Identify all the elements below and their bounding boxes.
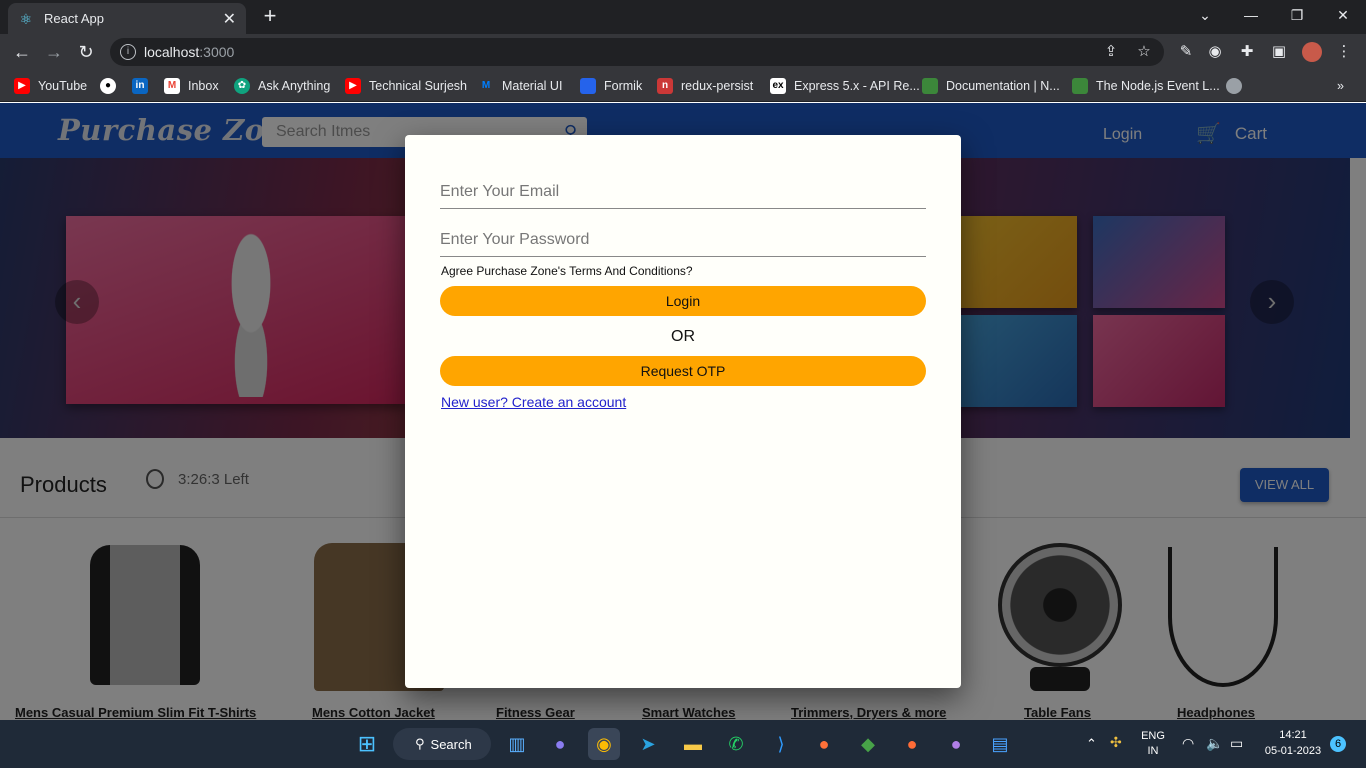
terms-text[interactable]: Agree Purchase Zone's Terms And Conditio… xyxy=(441,264,693,278)
youtube-icon: ▶ xyxy=(345,78,361,94)
windows-start-icon[interactable]: ⊞ xyxy=(351,728,383,760)
email-field[interactable]: Enter Your Email xyxy=(440,169,926,209)
search-icon: ⚲ xyxy=(415,736,425,751)
bookmark-formik[interactable]: Formik xyxy=(580,76,642,96)
side-panel-icon[interactable]: ▣ xyxy=(1269,42,1289,62)
nodejs-icon xyxy=(1072,78,1088,94)
vscode-icon[interactable]: ⟩ xyxy=(765,728,797,760)
bookmark-inbox[interactable]: M Inbox xyxy=(164,76,219,96)
address-bar[interactable]: i localhost:3000 xyxy=(110,38,1164,66)
taskbar-search[interactable]: ⚲ Search xyxy=(393,728,491,760)
whatsapp-icon[interactable]: ✆ xyxy=(720,728,752,760)
clock[interactable]: 14:21 05-01-2023 xyxy=(1258,729,1328,757)
mui-icon: M xyxy=(481,80,491,91)
mongodb-compass-icon[interactable]: ◆ xyxy=(852,728,884,760)
bookmark-redux-persist[interactable]: n redux-persist xyxy=(657,76,753,96)
notepad-icon[interactable]: ▤ xyxy=(984,728,1016,760)
bookmark-globe[interactable] xyxy=(1226,76,1250,96)
url-host: localhost xyxy=(144,44,200,60)
share-icon[interactable]: ⇪ xyxy=(1101,42,1121,62)
globe-icon xyxy=(1226,78,1242,94)
email-placeholder: Enter Your Email xyxy=(440,183,560,200)
close-tab-icon[interactable]: ✕ xyxy=(223,9,236,29)
password-field[interactable]: Enter Your Password xyxy=(440,217,926,257)
request-otp-button[interactable]: Request OTP xyxy=(440,356,926,386)
express-icon: ex xyxy=(770,78,786,94)
tray-app-icon[interactable]: ✣ xyxy=(1110,734,1122,751)
firefox-icon[interactable]: ● xyxy=(808,728,840,760)
bookmark-youtube[interactable]: ▶ YouTube xyxy=(14,76,87,96)
formik-icon xyxy=(580,78,596,94)
bookmark-express[interactable]: ex Express 5.x - API Re... xyxy=(770,76,920,96)
profile-avatar[interactable] xyxy=(1302,42,1322,62)
battery-icon[interactable]: ▭ xyxy=(1230,735,1243,752)
web-page: Purchase Zone Search Itmes ⚲ Login 🛒 Car… xyxy=(0,103,1366,720)
npm-icon: n xyxy=(657,78,673,94)
extension-circle-icon[interactable]: ◉ xyxy=(1205,42,1225,62)
new-tab-button[interactable]: + xyxy=(258,5,282,29)
bookmark-github[interactable]: ● xyxy=(100,76,124,96)
password-placeholder: Enter Your Password xyxy=(440,231,590,248)
bookmark-technical-surjesh[interactable]: ▶ Technical Surjesh xyxy=(345,76,467,96)
extension-icon[interactable]: ✎ xyxy=(1176,42,1196,62)
minimize-button[interactable]: — xyxy=(1228,0,1274,30)
chatgpt-icon: ✿ xyxy=(234,78,250,94)
tab-title: React App xyxy=(44,11,104,26)
extensions-puzzle-icon[interactable]: ✚ xyxy=(1237,42,1257,62)
bookmark-linkedin[interactable]: in xyxy=(132,76,156,96)
taskbar: ⊞ ⚲ Search ▥ ● ◉ ➤ ▬ ✆ ⟩ ● ◆ ● ● ▤ ⌃ ✣ E… xyxy=(0,720,1366,768)
more-bookmarks-icon[interactable]: » xyxy=(1337,76,1344,96)
tab-search-icon[interactable]: ⌄ xyxy=(1182,0,1228,30)
browser-tab[interactable]: ⚛ React App ✕ xyxy=(8,3,246,34)
close-window-button[interactable]: ✕ xyxy=(1320,0,1366,30)
language-indicator[interactable]: ENG IN xyxy=(1140,730,1166,757)
gmail-icon: M xyxy=(164,78,180,94)
notification-badge[interactable]: 6 xyxy=(1330,736,1346,752)
bookmark-material-ui[interactable]: M Material UI xyxy=(478,76,563,96)
back-icon[interactable]: ← xyxy=(10,40,34,64)
browser-tab-strip: ⚛ React App ✕ + ⌄ — ❐ ✕ xyxy=(0,0,1366,34)
bookmark-ask-anything[interactable]: ✿ Ask Anything xyxy=(234,76,330,96)
wifi-icon[interactable]: ◠ xyxy=(1182,735,1194,752)
create-account-link[interactable]: New user? Create an account xyxy=(441,394,626,410)
bookmark-node-docs[interactable]: Documentation | N... xyxy=(922,76,1060,96)
show-hidden-icons[interactable]: ⌃ xyxy=(1086,736,1097,752)
forward-icon[interactable]: → xyxy=(42,40,66,64)
bookmark-node-event-loop[interactable]: The Node.js Event L... xyxy=(1072,76,1220,96)
restore-button[interactable]: ❐ xyxy=(1274,0,1320,30)
nodejs-icon xyxy=(922,78,938,94)
bookmarks-bar: ▶ YouTube ● in M Inbox ✿ Ask Anything ▶ Tech… xyxy=(0,70,1366,102)
or-divider: OR xyxy=(671,328,695,345)
youtube-icon: ▶ xyxy=(14,78,30,94)
login-modal: Enter Your Email Enter Your Password Agr… xyxy=(405,135,961,688)
github-desktop-icon[interactable]: ● xyxy=(940,728,972,760)
bookmark-star-icon[interactable]: ☆ xyxy=(1134,42,1154,62)
task-view-icon[interactable]: ▥ xyxy=(501,728,533,760)
volume-icon[interactable]: 🔈 xyxy=(1206,735,1223,752)
reload-icon[interactable]: ↻ xyxy=(74,40,98,64)
url-port: :3000 xyxy=(199,44,235,60)
site-info-icon[interactable]: i xyxy=(120,44,136,60)
menu-kebab-icon[interactable]: ⋮ xyxy=(1334,42,1354,62)
teams-chat-icon[interactable]: ● xyxy=(544,728,576,760)
linkedin-icon: in xyxy=(132,78,148,94)
react-icon: ⚛ xyxy=(19,10,33,27)
chrome-icon[interactable]: ◉ xyxy=(588,728,620,760)
file-explorer-icon[interactable]: ▬ xyxy=(677,728,709,760)
telegram-icon[interactable]: ➤ xyxy=(632,728,664,760)
browser-toolbar: ← → ↻ i localhost:3000 ⇪ ☆ ✎ ◉ ✚ ▣ ⋮ xyxy=(0,34,1366,70)
github-icon: ● xyxy=(100,78,116,94)
postman-icon[interactable]: ● xyxy=(896,728,928,760)
login-button[interactable]: Login xyxy=(440,286,926,316)
